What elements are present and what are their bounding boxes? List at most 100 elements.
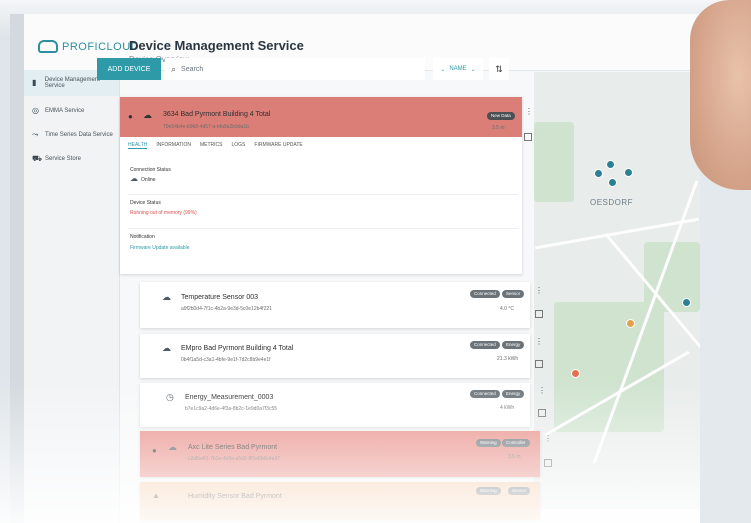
map-pin-icon[interactable] (571, 369, 580, 378)
more-options-icon[interactable]: ⋮ (535, 337, 543, 346)
device-meta: 21.3 kWh (497, 356, 519, 362)
sidebar-item-label: Time Series Data Service (45, 132, 113, 138)
sort-select[interactable]: ⌄ NAME ⌄ (433, 58, 483, 80)
device-status-title: Device Status (130, 200, 161, 206)
device-card[interactable]: ☁ Temperature Sensor 003 a9f2b0d4-7f1c-4… (140, 282, 543, 328)
type-badge: Sensor (502, 290, 525, 298)
map-place-label: OESDORF (590, 198, 634, 207)
connection-status-value: Online (141, 177, 156, 183)
device-meta: 4.0 °C (500, 306, 514, 312)
device-icon: ▮ (32, 78, 37, 87)
cloud-icon: ☁ (168, 442, 177, 452)
map-park (554, 302, 664, 432)
logo[interactable]: PROFICLOUD (38, 40, 139, 53)
tab-health[interactable]: HEALTH (128, 142, 148, 149)
map-pin-icon[interactable] (608, 178, 617, 187)
search-icon: ⌕ (171, 63, 177, 74)
device-name: EMpro Bad Pyrmont Building 4 Total (181, 345, 294, 352)
divider (128, 194, 518, 195)
sidebar-item-label: Service Store (45, 156, 82, 162)
device-id: 70e54b4e-b9b8-4d57-a-bfa9a2b9da1b (163, 124, 249, 130)
sort-direction-button[interactable]: ⇅ (489, 58, 509, 80)
sidebar-item-store[interactable]: ⛟ Service Store (24, 146, 119, 172)
chevron-down-icon: ⌄ (470, 66, 476, 73)
search-placeholder: Search (181, 65, 204, 73)
map-pin-icon[interactable] (626, 319, 635, 328)
device-meta: 4 kWh (500, 405, 515, 411)
background-right (700, 150, 751, 523)
sidebar-item-label: EMMA Service (45, 108, 85, 114)
device-name: Humidity Sensor Bad Pyrmont (188, 493, 282, 500)
divider (128, 228, 518, 229)
device-card-header[interactable]: ● ☁ 3634 Bad Pyrmont Building 4 Total 70… (120, 97, 522, 137)
add-device-button[interactable]: ADD DEVICE (97, 58, 161, 80)
type-badge: Energy (502, 341, 525, 349)
warning-icon: ● (128, 112, 133, 121)
map-view[interactable]: OESDORF (534, 72, 700, 509)
select-checkbox[interactable] (524, 133, 532, 141)
device-tabs: HEALTH INFORMATION METRICS LOGS FIRMWARE… (128, 142, 303, 149)
sidebar-item-emma[interactable]: ◎ EMMA Service (24, 98, 119, 124)
status-badge: New Data (487, 112, 515, 120)
map-pin-icon[interactable] (682, 298, 691, 307)
cloud-icon: ☁ (162, 292, 171, 302)
type-badge: Sensor (508, 487, 531, 495)
map-pin-icon[interactable] (606, 160, 615, 169)
notification-title: Notification (130, 234, 155, 240)
timeseries-icon: ⤳ (32, 130, 39, 139)
status-badge: Warning (476, 487, 501, 495)
device-name: Axc Lite Series Bad Pyrmont (188, 444, 278, 451)
device-status-value: Running out of memory (99%) (130, 210, 197, 216)
device-card-expanded[interactable]: ● ☁ 3634 Bad Pyrmont Building 4 Total 70… (120, 97, 533, 274)
tab-information[interactable]: INFORMATION (156, 142, 191, 149)
select-checkbox[interactable] (535, 360, 543, 368)
device-meta: 3.5 m (508, 454, 521, 460)
energy-icon: ◷ (166, 392, 174, 402)
tab-firmware-update[interactable]: FIRMWARE UPDATE (254, 142, 302, 149)
more-options-icon[interactable]: ⋮ (538, 386, 546, 395)
chevron-down-icon: ⌄ (440, 66, 446, 73)
select-checkbox[interactable] (544, 459, 552, 467)
device-name: 3634 Bad Pyrmont Building 4 Total (163, 111, 271, 118)
store-icon: ⛟ (32, 154, 43, 163)
warning-icon: ● (152, 446, 157, 455)
status-badge: Connected (470, 390, 500, 398)
status-badge: Warning (476, 439, 501, 447)
search-input[interactable]: ⌕ Search (165, 58, 425, 80)
map-pin-icon[interactable] (624, 168, 633, 177)
cloud-icon: ☁ (143, 110, 152, 120)
device-meta: 3.5 m (492, 125, 505, 131)
sidebar-item-timeseries[interactable]: ⤳ Time Series Data Service (24, 122, 119, 148)
tab-metrics[interactable]: METRICS (200, 142, 223, 149)
more-options-icon[interactable]: ⋮ (535, 286, 543, 295)
device-name: Temperature Sensor 003 (181, 294, 259, 301)
cloud-online-icon: ☁ (130, 174, 138, 183)
tab-logs[interactable]: LOGS (232, 142, 246, 149)
notification-value[interactable]: Firmware Update available (130, 245, 189, 251)
device-id: 0b4f1a5d-c3a1-4bfe-9e1f-7d2c8b9e4e1f (181, 357, 271, 363)
more-options-icon[interactable]: ⋮ (525, 107, 533, 116)
select-checkbox[interactable] (538, 409, 546, 417)
map-pin-icon[interactable] (594, 169, 603, 178)
toolbar: ADD DEVICE ⌕ Search ⌄ NAME ⌄ ⇅ (97, 58, 517, 84)
device-card-error[interactable]: ● ☁ Axc Lite Series Bad Pyrmont c2d8a4f1… (140, 431, 552, 477)
device-name: Energy_Measurement_0003 (185, 394, 274, 401)
sort-direction-icon: ⇅ (495, 63, 503, 74)
person-face (690, 0, 751, 190)
device-card[interactable]: ☁ EMpro Bad Pyrmont Building 4 Total 0b4… (140, 334, 543, 378)
device-card[interactable]: ◷ Energy_Measurement_0003 b7e1c9a2-4d6e-… (140, 383, 546, 427)
status-badge: Connected (470, 290, 500, 298)
type-badge: Energy (502, 390, 525, 398)
cloud-icon: ☁ (162, 343, 171, 353)
cloud-logo-icon (38, 40, 58, 53)
logo-text: PROFICLOUD (62, 40, 140, 53)
device-card-warning[interactable]: ▲ Humidity Sensor Bad Pyrmont Warning Se… (140, 482, 540, 520)
device-id: b7e1c9a2-4d6e-4f3a-8b2c-1e9d0a7f3c55 (185, 406, 278, 412)
map-park (534, 122, 574, 202)
more-options-icon[interactable]: ⋮ (544, 434, 552, 443)
connection-status-title: Connection Status (130, 167, 171, 173)
type-badge: Controller (502, 439, 530, 447)
select-checkbox[interactable] (535, 310, 543, 318)
emma-icon: ◎ (32, 106, 39, 115)
device-id: a9f2b0d4-7f1c-4b2a-9e3d-5c0e12b4f221 (181, 306, 272, 312)
